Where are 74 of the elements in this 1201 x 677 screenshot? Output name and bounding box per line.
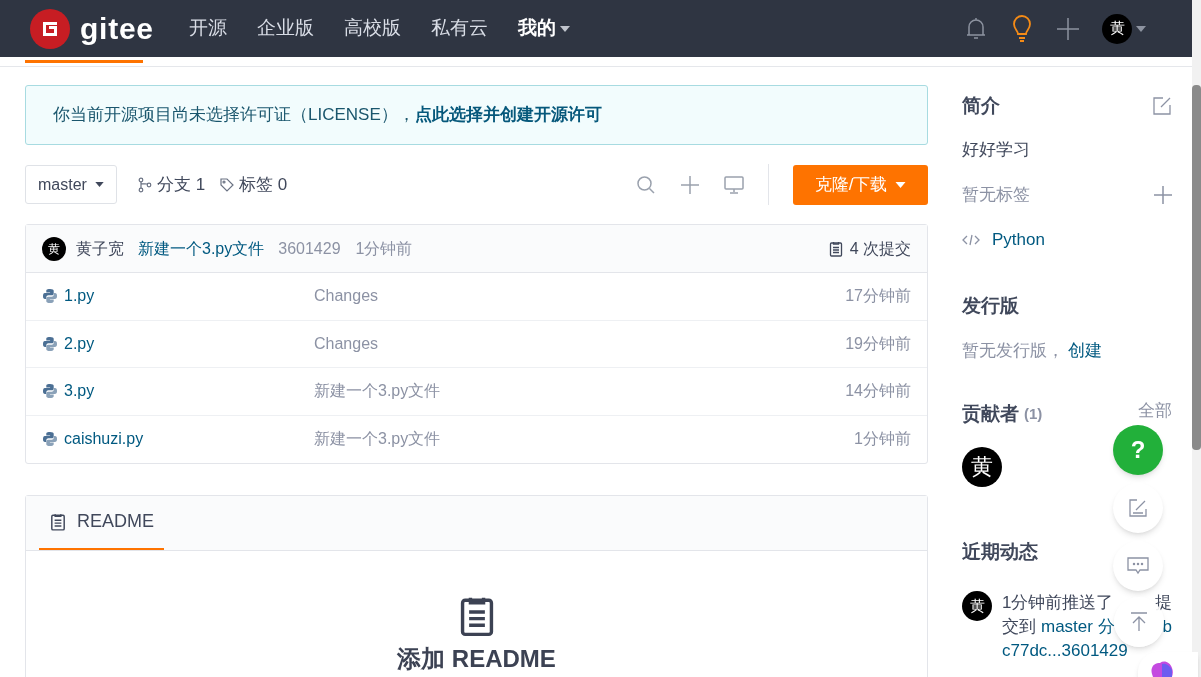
gitee-logo-icon[interactable] [30,8,70,49]
code-icon [962,234,980,246]
python-file-icon [42,288,58,305]
description-text: 好好学习 [962,139,1030,161]
edit-icon[interactable] [1152,96,1172,116]
scrollbar-thumb[interactable] [1192,85,1201,450]
contributor-count: (1) [1024,404,1043,424]
caret-icon [895,181,907,188]
document-icon [49,512,67,531]
caret-icon [1136,25,1146,32]
nav-item[interactable]: 私有云 [430,14,488,43]
file-time: 19分钟前 [845,333,911,354]
file-link[interactable]: 2.py [64,331,95,356]
readme-tab[interactable]: README [39,495,164,550]
plus-icon[interactable] [1056,16,1080,41]
nav-item[interactable]: 高校版 [343,14,401,43]
monitor-icon[interactable] [724,175,744,194]
commit-message-link[interactable]: 新建一个3.py文件 [138,236,265,261]
bell-icon[interactable] [964,15,988,42]
python-file-icon [42,383,58,400]
activity-text: 1分钟前推送了 [1002,592,1114,614]
chat-icon [1127,557,1149,575]
python-file-icon [42,335,58,352]
nav-item[interactable]: 开源 [188,14,227,43]
search-icon[interactable] [636,174,656,195]
logo-text[interactable]: gitee [80,6,154,51]
brain-icon [1150,660,1174,677]
section-title: 发行版 [962,294,1019,318]
feedback-button[interactable] [1113,483,1163,533]
file-link[interactable]: caishuzi.py [64,427,144,452]
activity-avatar: 黄 [962,591,992,621]
commit-link[interactable]: b [1162,615,1172,639]
no-release-text: 暂无发行版， [962,340,1064,362]
branch-link[interactable]: master 分 [1041,615,1115,639]
plus-icon[interactable] [680,174,700,195]
activity-text: 提 [1155,592,1172,614]
author-avatar: 黄 [42,236,66,261]
section-title: 简介 [962,94,1000,118]
file-link[interactable]: 3.py [64,379,95,404]
user-avatar[interactable]: 黄 [1102,13,1132,44]
document-icon [827,240,844,257]
section-title: 贡献者 [962,402,1019,426]
commit-link[interactable]: c77dc...3601429 [1002,639,1128,663]
plus-icon[interactable] [1154,186,1172,204]
branch-icon [136,176,153,193]
edit-icon [1128,499,1148,517]
arrow-up-icon [1130,612,1148,632]
no-tags-text: 暂无标签 [962,184,1030,206]
branch-dropdown[interactable]: master [25,165,117,204]
commit-count-link[interactable]: 4 次提交 [827,236,911,261]
file-time: 17分钟前 [845,286,911,307]
commit-author[interactable]: 黄子宽 [76,236,124,261]
file-time: 1分钟前 [854,429,911,450]
language-link[interactable]: Python [992,228,1045,252]
file-link[interactable]: 1.py [64,284,95,309]
nav-item[interactable]: 企业版 [256,14,314,43]
contributor-avatar[interactable]: 黄 [962,447,1002,487]
nav-item[interactable]: 我的 [517,14,570,43]
activity-text: 交到 [1002,616,1036,638]
caret-icon [559,25,570,32]
branches-link[interactable]: 分支 1 [136,171,206,198]
tags-link[interactable]: 标签 0 [219,171,288,198]
file-time: 14分钟前 [845,381,911,402]
tag-icon [219,176,236,193]
lightbulb-icon[interactable] [1010,14,1034,43]
license-link[interactable]: 点此选择并创建开源许可 [414,102,602,128]
caret-icon [94,182,104,187]
chat-button[interactable] [1113,541,1163,591]
readme-heading: 添加 README [397,645,556,673]
python-file-icon [42,431,58,448]
section-title: 近期动态 [962,540,1038,564]
commit-time: 1分钟前 [355,238,413,259]
create-release-link[interactable]: 创建 [1068,339,1102,363]
notice-text: 你当前开源项目尚未选择许可证（LICENSE）， [53,104,415,127]
